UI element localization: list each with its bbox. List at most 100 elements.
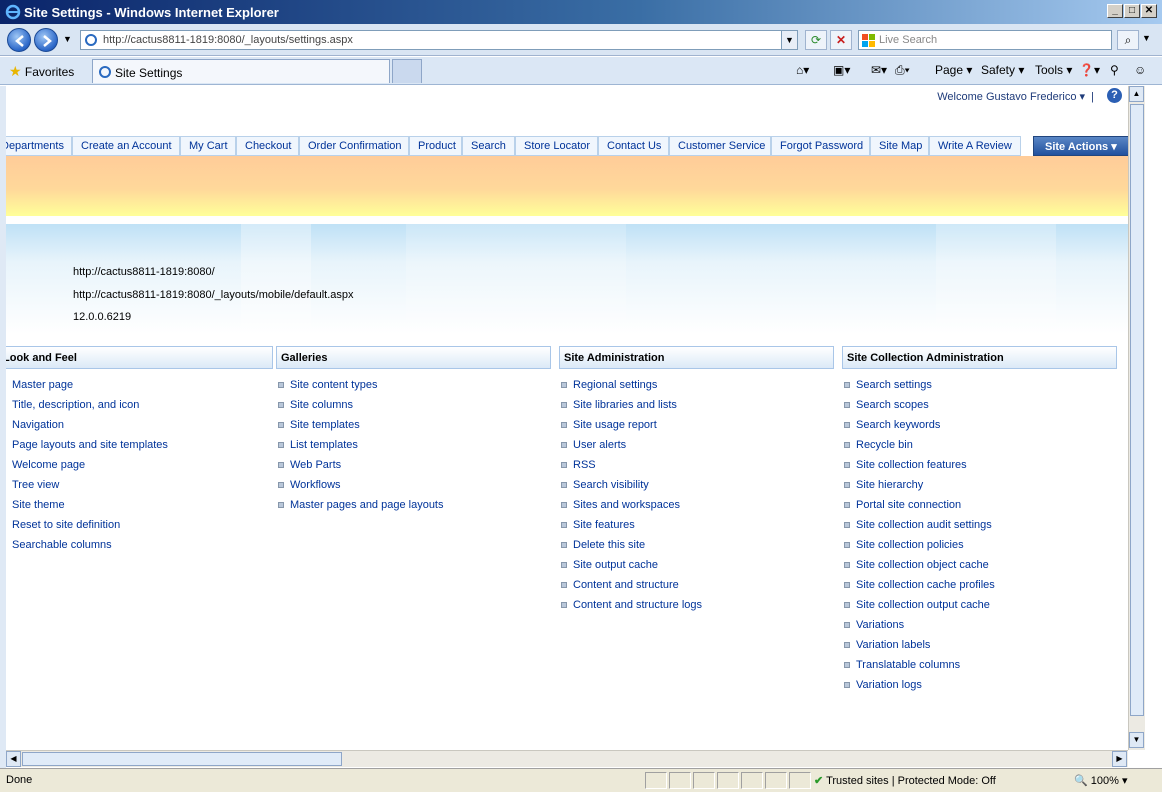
search-button[interactable]: ⌕: [1117, 30, 1139, 50]
settings-link[interactable]: Title, description, and icon: [6, 399, 273, 419]
history-dropdown-icon[interactable]: ▼: [63, 34, 72, 44]
settings-link[interactable]: Content and structure: [559, 579, 834, 599]
settings-link[interactable]: Master page: [6, 379, 273, 399]
settings-link[interactable]: Portal site connection: [842, 499, 1117, 519]
settings-link[interactable]: Master pages and page layouts: [276, 499, 551, 519]
topnav-item[interactable]: Search: [462, 136, 515, 156]
feeds-icon[interactable]: ▣▾: [833, 63, 850, 77]
bullet-icon: [561, 402, 567, 408]
settings-link[interactable]: Site hierarchy: [842, 479, 1117, 499]
settings-link[interactable]: Page layouts and site templates: [6, 439, 273, 459]
settings-link[interactable]: Site templates: [276, 419, 551, 439]
settings-link[interactable]: Search keywords: [842, 419, 1117, 439]
back-arrow-icon: [15, 35, 24, 47]
settings-link[interactable]: List templates: [276, 439, 551, 459]
settings-link[interactable]: Site output cache: [559, 559, 834, 579]
settings-link[interactable]: Search scopes: [842, 399, 1117, 419]
topnav-item[interactable]: Order Confirmation: [299, 136, 409, 156]
research-icon[interactable]: ⚲: [1110, 63, 1119, 77]
settings-link[interactable]: Site collection cache profiles: [842, 579, 1117, 599]
help-icon[interactable]: ?: [1107, 88, 1122, 103]
settings-link[interactable]: Navigation: [6, 419, 273, 439]
stop-button[interactable]: ✕: [830, 30, 852, 50]
safety-menu[interactable]: Safety ▾: [981, 63, 1024, 77]
topnav-item[interactable]: Product: [409, 136, 462, 156]
topnav-item[interactable]: Store Locator: [515, 136, 598, 156]
settings-link[interactable]: Regional settings: [559, 379, 834, 399]
settings-link[interactable]: Translatable columns: [842, 659, 1117, 679]
tab-site-settings[interactable]: Site Settings: [92, 59, 390, 83]
settings-link[interactable]: Variations: [842, 619, 1117, 639]
zoom-control[interactable]: 🔍 100% ▾: [1074, 774, 1127, 787]
welcome-menu[interactable]: Welcome Gustavo Frederico ▾ |: [937, 90, 1094, 103]
settings-link[interactable]: Recycle bin: [842, 439, 1117, 459]
horizontal-scrollbar[interactable]: ◀ ▶: [6, 750, 1128, 767]
vertical-scroll-thumb[interactable]: [1130, 104, 1144, 716]
settings-link[interactable]: Sites and workspaces: [559, 499, 834, 519]
security-zone[interactable]: ✔ Trusted sites | Protected Mode: Off: [814, 774, 996, 787]
settings-link[interactable]: Variation labels: [842, 639, 1117, 659]
settings-link[interactable]: Content and structure logs: [559, 599, 834, 619]
topnav-item[interactable]: Checkout: [236, 136, 299, 156]
refresh-button[interactable]: ⟳: [805, 30, 827, 50]
settings-link[interactable]: Reset to site definition: [6, 519, 273, 539]
scroll-up-arrow-icon[interactable]: ▲: [1129, 86, 1144, 102]
settings-link[interactable]: Site usage report: [559, 419, 834, 439]
settings-link[interactable]: Site collection policies: [842, 539, 1117, 559]
settings-link[interactable]: Site theme: [6, 499, 273, 519]
tab-label: Site Settings: [115, 66, 183, 80]
search-input[interactable]: Live Search: [858, 30, 1112, 50]
settings-link[interactable]: Welcome page: [6, 459, 273, 479]
favorites-button[interactable]: ★ Favorites: [9, 63, 74, 80]
topnav-item[interactable]: My Cart: [180, 136, 236, 156]
home-icon[interactable]: ⌂▾: [796, 63, 809, 77]
settings-link[interactable]: Site collection object cache: [842, 559, 1117, 579]
tools-menu[interactable]: Tools ▾: [1035, 63, 1072, 77]
settings-link[interactable]: User alerts: [559, 439, 834, 459]
address-dropdown-button[interactable]: ▼: [781, 31, 797, 49]
search-options-dropdown[interactable]: ▼: [1142, 33, 1151, 43]
top-navigation: Departments Create an Account My Cart Check…: [6, 136, 1128, 156]
help-menu-icon[interactable]: ❓▾: [1079, 63, 1100, 77]
page-menu[interactable]: Page ▾: [935, 63, 972, 77]
new-tab-button[interactable]: [392, 59, 422, 83]
settings-link[interactable]: Variation logs: [842, 679, 1117, 699]
settings-link[interactable]: Search visibility: [559, 479, 834, 499]
topnav-item[interactable]: Customer Service: [669, 136, 771, 156]
scroll-right-arrow-icon[interactable]: ▶: [1112, 751, 1127, 767]
scroll-left-arrow-icon[interactable]: ◀: [6, 751, 21, 767]
settings-link[interactable]: Site columns: [276, 399, 551, 419]
forward-button[interactable]: [34, 28, 58, 52]
settings-link[interactable]: RSS: [559, 459, 834, 479]
topnav-item[interactable]: Contact Us: [598, 136, 669, 156]
vertical-scrollbar[interactable]: ▲ ▼: [1128, 86, 1145, 750]
settings-link[interactable]: Site content types: [276, 379, 551, 399]
minimize-button[interactable]: _: [1107, 4, 1123, 18]
horizontal-scroll-thumb[interactable]: [22, 752, 342, 766]
topnav-item[interactable]: Site Map: [870, 136, 929, 156]
topnav-item[interactable]: Write A Review: [929, 136, 1021, 156]
settings-link[interactable]: Site collection audit settings: [842, 519, 1117, 539]
settings-link[interactable]: Site features: [559, 519, 834, 539]
topnav-item[interactable]: Forgot Password: [771, 136, 870, 156]
print-icon[interactable]: ⎙▾: [895, 63, 910, 78]
close-button[interactable]: ✕: [1141, 4, 1157, 18]
settings-link[interactable]: Site collection features: [842, 459, 1117, 479]
settings-link[interactable]: Site collection output cache: [842, 599, 1117, 619]
topnav-item[interactable]: Departments: [6, 136, 72, 156]
settings-link[interactable]: Workflows: [276, 479, 551, 499]
settings-link[interactable]: Tree view: [6, 479, 273, 499]
site-actions-menu[interactable]: Site Actions ▾: [1033, 136, 1128, 156]
back-button[interactable]: [7, 28, 31, 52]
mail-icon[interactable]: ✉▾: [871, 63, 887, 77]
settings-link[interactable]: Web Parts: [276, 459, 551, 479]
address-field[interactable]: http://cactus8811-1819:8080/_layouts/set…: [80, 30, 798, 50]
messenger-icon[interactable]: ☺: [1134, 63, 1146, 77]
maximize-button[interactable]: □: [1124, 4, 1140, 18]
settings-link[interactable]: Search settings: [842, 379, 1117, 399]
settings-link[interactable]: Delete this site: [559, 539, 834, 559]
scroll-down-arrow-icon[interactable]: ▼: [1129, 732, 1144, 748]
settings-link[interactable]: Site libraries and lists: [559, 399, 834, 419]
topnav-item[interactable]: Create an Account: [72, 136, 180, 156]
settings-link[interactable]: Searchable columns: [6, 539, 273, 559]
